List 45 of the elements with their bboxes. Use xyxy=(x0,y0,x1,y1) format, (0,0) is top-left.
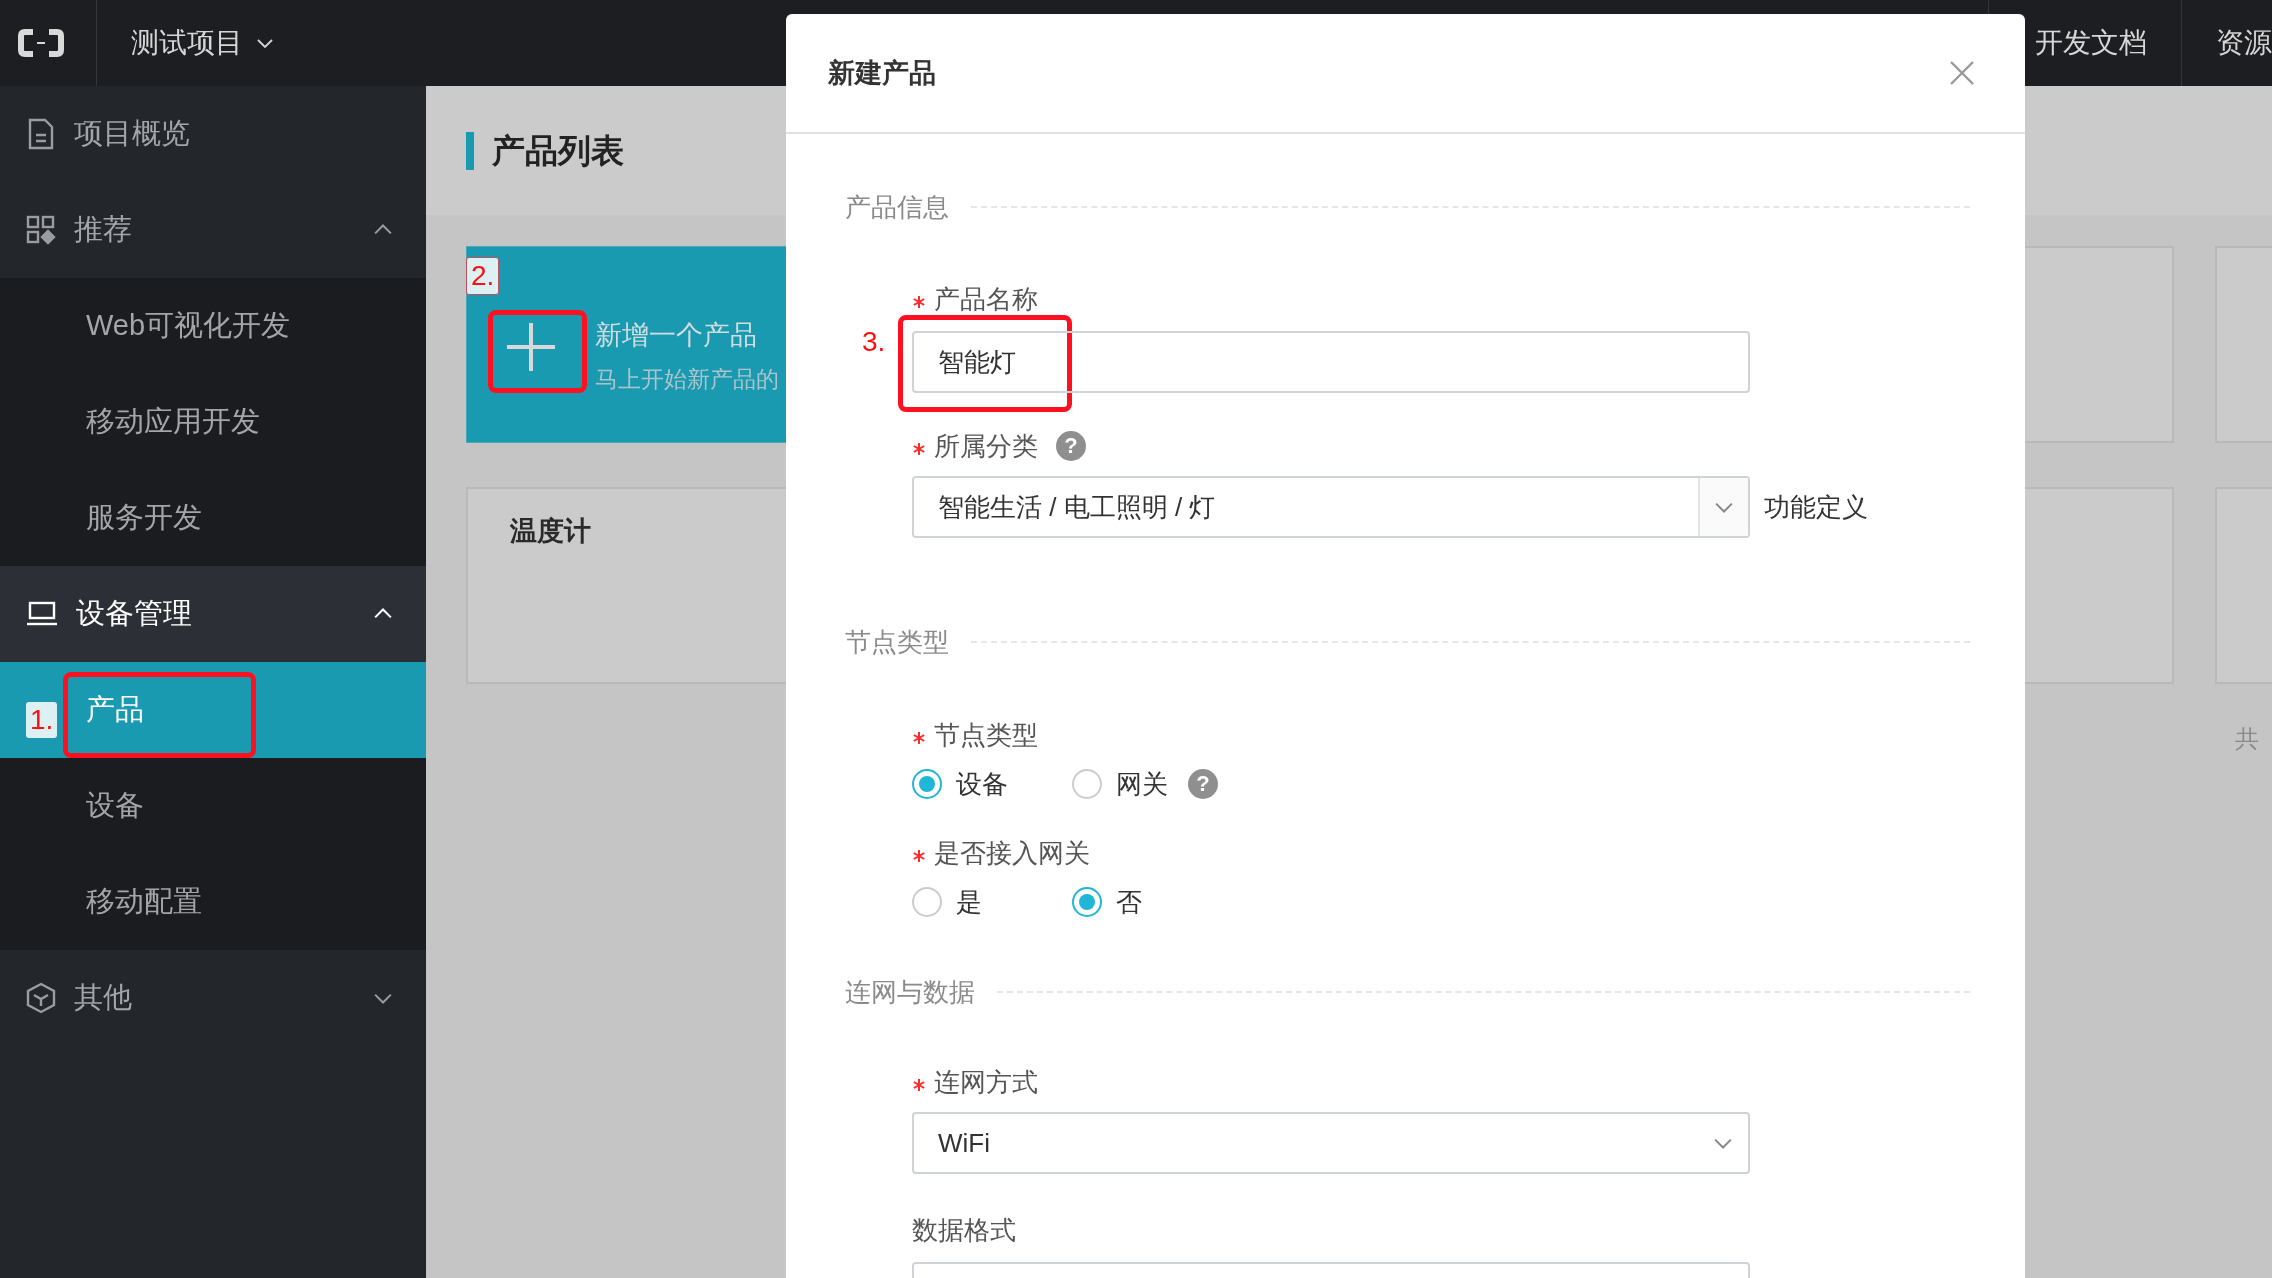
field-label: 节点类型 xyxy=(934,718,1038,752)
radio-option[interactable]: 网关 xyxy=(1072,764,1168,804)
sidebar-item[interactable]: 推荐 xyxy=(0,182,426,278)
section-title: 连网与数据 xyxy=(845,977,975,1007)
page-title: 产品列表 xyxy=(492,130,624,171)
grid-icon xyxy=(26,215,56,245)
section-title: 节点类型 xyxy=(845,627,949,657)
sidebar-subitem[interactable]: 设备 xyxy=(0,758,426,854)
text-input[interactable]: 智能灯 xyxy=(912,331,1750,393)
link[interactable]: 功能定义 xyxy=(1764,487,1868,527)
sidebar-item[interactable]: 项目概览 xyxy=(0,86,426,182)
document-icon xyxy=(26,118,56,150)
radio-button[interactable] xyxy=(1072,769,1102,799)
radio-option[interactable]: 否 xyxy=(1072,882,1142,922)
project-switcher[interactable]: 测试项目 xyxy=(97,0,275,86)
radio-option[interactable]: 设备 xyxy=(912,764,1072,804)
cube-icon xyxy=(26,982,56,1014)
pagination-text: 共 xyxy=(2235,725,2259,752)
card-title: 新增一个产品 xyxy=(595,319,758,352)
step-label: 3. xyxy=(861,325,887,359)
radio-button[interactable] xyxy=(1072,887,1102,917)
sidebar-subitem[interactable]: 移动应用开发 xyxy=(0,374,426,470)
field-label: 连网方式 xyxy=(934,1065,1038,1099)
sidebar-subitem[interactable]: 移动配置 xyxy=(0,854,426,950)
sidebar-subitem[interactable]: 服务开发 xyxy=(0,470,426,566)
sidebar-subitem[interactable]: Web可视化开发 xyxy=(0,278,426,374)
radio-button[interactable] xyxy=(912,769,942,799)
select-field[interactable]: 智能生活 / 电工照明 / 灯 xyxy=(912,476,1750,538)
step-label: 1. xyxy=(26,702,58,738)
laptop-icon xyxy=(26,600,58,628)
section-title: 产品信息 xyxy=(845,192,949,222)
product-name: 温度计 xyxy=(510,516,591,546)
title-accent-bar xyxy=(466,131,474,170)
card-subtitle: 马上开始新产品的 xyxy=(595,364,779,394)
close-icon[interactable] xyxy=(1949,60,1975,86)
field-label: 数据格式 xyxy=(912,1213,1016,1247)
logo-icon[interactable] xyxy=(18,28,64,58)
radio-button[interactable] xyxy=(912,887,942,917)
field-label: 是否接入网关 xyxy=(934,836,1090,870)
sidebar-item[interactable]: 设备管理 xyxy=(0,566,426,662)
step-label: 2. xyxy=(466,257,500,295)
dialog-title: 新建产品 xyxy=(828,56,937,90)
radio-option[interactable]: 是 xyxy=(912,882,1072,922)
select-field[interactable]: WiFi xyxy=(912,1112,1750,1174)
sidebar-item[interactable]: 其他 xyxy=(0,950,426,1046)
